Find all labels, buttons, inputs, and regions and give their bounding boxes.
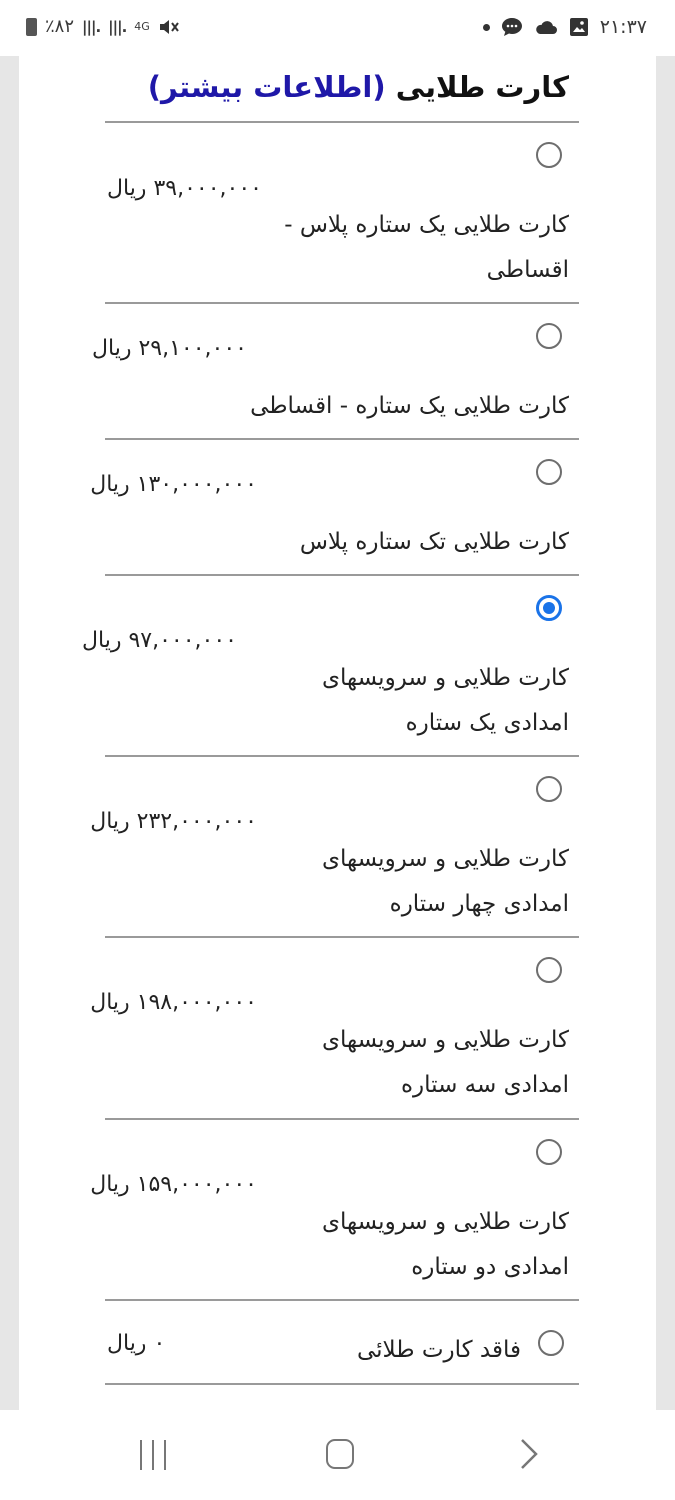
signal-icon: |||. [108, 17, 127, 36]
option-row[interactable]: ۲۹,۱۰۰,۰۰۰ ریال کارت طلایی یک ستاره - اق… [92, 304, 579, 439]
more-info-link[interactable]: (اطلاعات بیشتر) [148, 70, 386, 104]
status-bar-right-group: ۲۱:۳۷ [482, 16, 647, 38]
recent-apps-icon[interactable] [138, 1440, 168, 1470]
signal-icon: |||. [82, 17, 101, 36]
option-name: کارت طلایی و سرویسهای امدادی یک ستاره [322, 665, 569, 736]
option-price: ۱۵۹,۰۰۰,۰۰۰ ریال [90, 1172, 257, 1197]
battery-icon [26, 17, 37, 36]
option-price: ۳۹,۰۰۰,۰۰۰ ریال [107, 176, 262, 201]
back-icon[interactable] [512, 1436, 542, 1472]
status-bar: ٪۸۲ |||. |||. 4G ۲۱:۳۷ [0, 0, 675, 56]
radio-button[interactable] [536, 323, 562, 349]
battery-level: ٪۸۲ [45, 16, 75, 37]
radio-button[interactable] [536, 776, 562, 802]
option-row[interactable]: ۲۳۲,۰۰۰,۰۰۰ ریال کارت طلایی و سرویسهای ا… [90, 757, 579, 937]
radio-button-selected[interactable] [536, 595, 562, 621]
option-name: کارت طلایی و سرویسهای امدادی سه ستاره [322, 1027, 569, 1098]
option-price: ۱۹۸,۰۰۰,۰۰۰ ریال [90, 990, 257, 1015]
radio-button[interactable] [536, 142, 562, 168]
option-name: کارت طلایی یک ستاره - اقساطی [250, 393, 569, 419]
option-price: ۰ ریال [107, 1331, 166, 1356]
radio-button[interactable] [536, 459, 562, 485]
option-name: فاقد کارت طلائی [356, 1337, 521, 1363]
option-price: ۲۹,۱۰۰,۰۰۰ ریال [92, 336, 247, 361]
option-price: ۹۷,۰۰۰,۰۰۰ ریال [82, 628, 237, 653]
radio-button[interactable] [538, 1330, 564, 1356]
section-title: کارت طلایی (اطلاعات بیشتر) [148, 70, 569, 104]
gold-card-form: کارت طلایی (اطلاعات بیشتر) ۳۹,۰۰۰,۰۰۰ ری… [19, 56, 656, 1410]
dot-icon [482, 23, 490, 31]
status-bar-left-group: ٪۸۲ |||. |||. 4G [26, 16, 180, 37]
clock: ۲۱:۳۷ [599, 16, 647, 38]
option-price: ۲۳۲,۰۰۰,۰۰۰ ریال [90, 809, 257, 834]
radio-button[interactable] [536, 957, 562, 983]
network-type: 4G [134, 19, 150, 33]
navigation-bar [0, 1410, 675, 1500]
section-title-text: کارت طلایی [395, 70, 569, 104]
option-name: کارت طلایی یک ستاره پلاس - اقساطی [284, 212, 569, 283]
option-row[interactable]: ۹۷,۰۰۰,۰۰۰ ریال کارت طلایی و سرویسهای ام… [82, 576, 579, 756]
option-row[interactable]: ۱۹۸,۰۰۰,۰۰۰ ریال کارت طلایی و سرویسهای ا… [90, 938, 579, 1118]
option-name: کارت طلایی و سرویسهای امدادی چهار ستاره [322, 846, 569, 917]
radio-button[interactable] [536, 1139, 562, 1165]
option-price: ۱۳۰,۰۰۰,۰۰۰ ریال [90, 472, 257, 497]
home-icon[interactable] [326, 1439, 354, 1469]
option-row[interactable]: ۱۳۰,۰۰۰,۰۰۰ ریال کارت طلایی تک ستاره پلا… [90, 440, 579, 575]
option-name: کارت طلایی تک ستاره پلاس [299, 529, 569, 555]
option-row[interactable]: ۱۵۹,۰۰۰,۰۰۰ ریال کارت طلایی و سرویسهای ا… [90, 1120, 579, 1300]
divider [105, 1383, 579, 1385]
cloud-icon [535, 21, 557, 34]
chat-icon [501, 18, 522, 36]
option-row[interactable]: ۳۹,۰۰۰,۰۰۰ ریال کارت طلایی یک ستاره پلاس… [105, 123, 579, 303]
option-row[interactable]: ۰ ریال فاقد کارت طلائی [105, 1301, 579, 1386]
option-name: کارت طلایی و سرویسهای امدادی دو ستاره [322, 1209, 569, 1280]
mute-icon [159, 19, 179, 34]
gallery-icon [569, 18, 588, 36]
